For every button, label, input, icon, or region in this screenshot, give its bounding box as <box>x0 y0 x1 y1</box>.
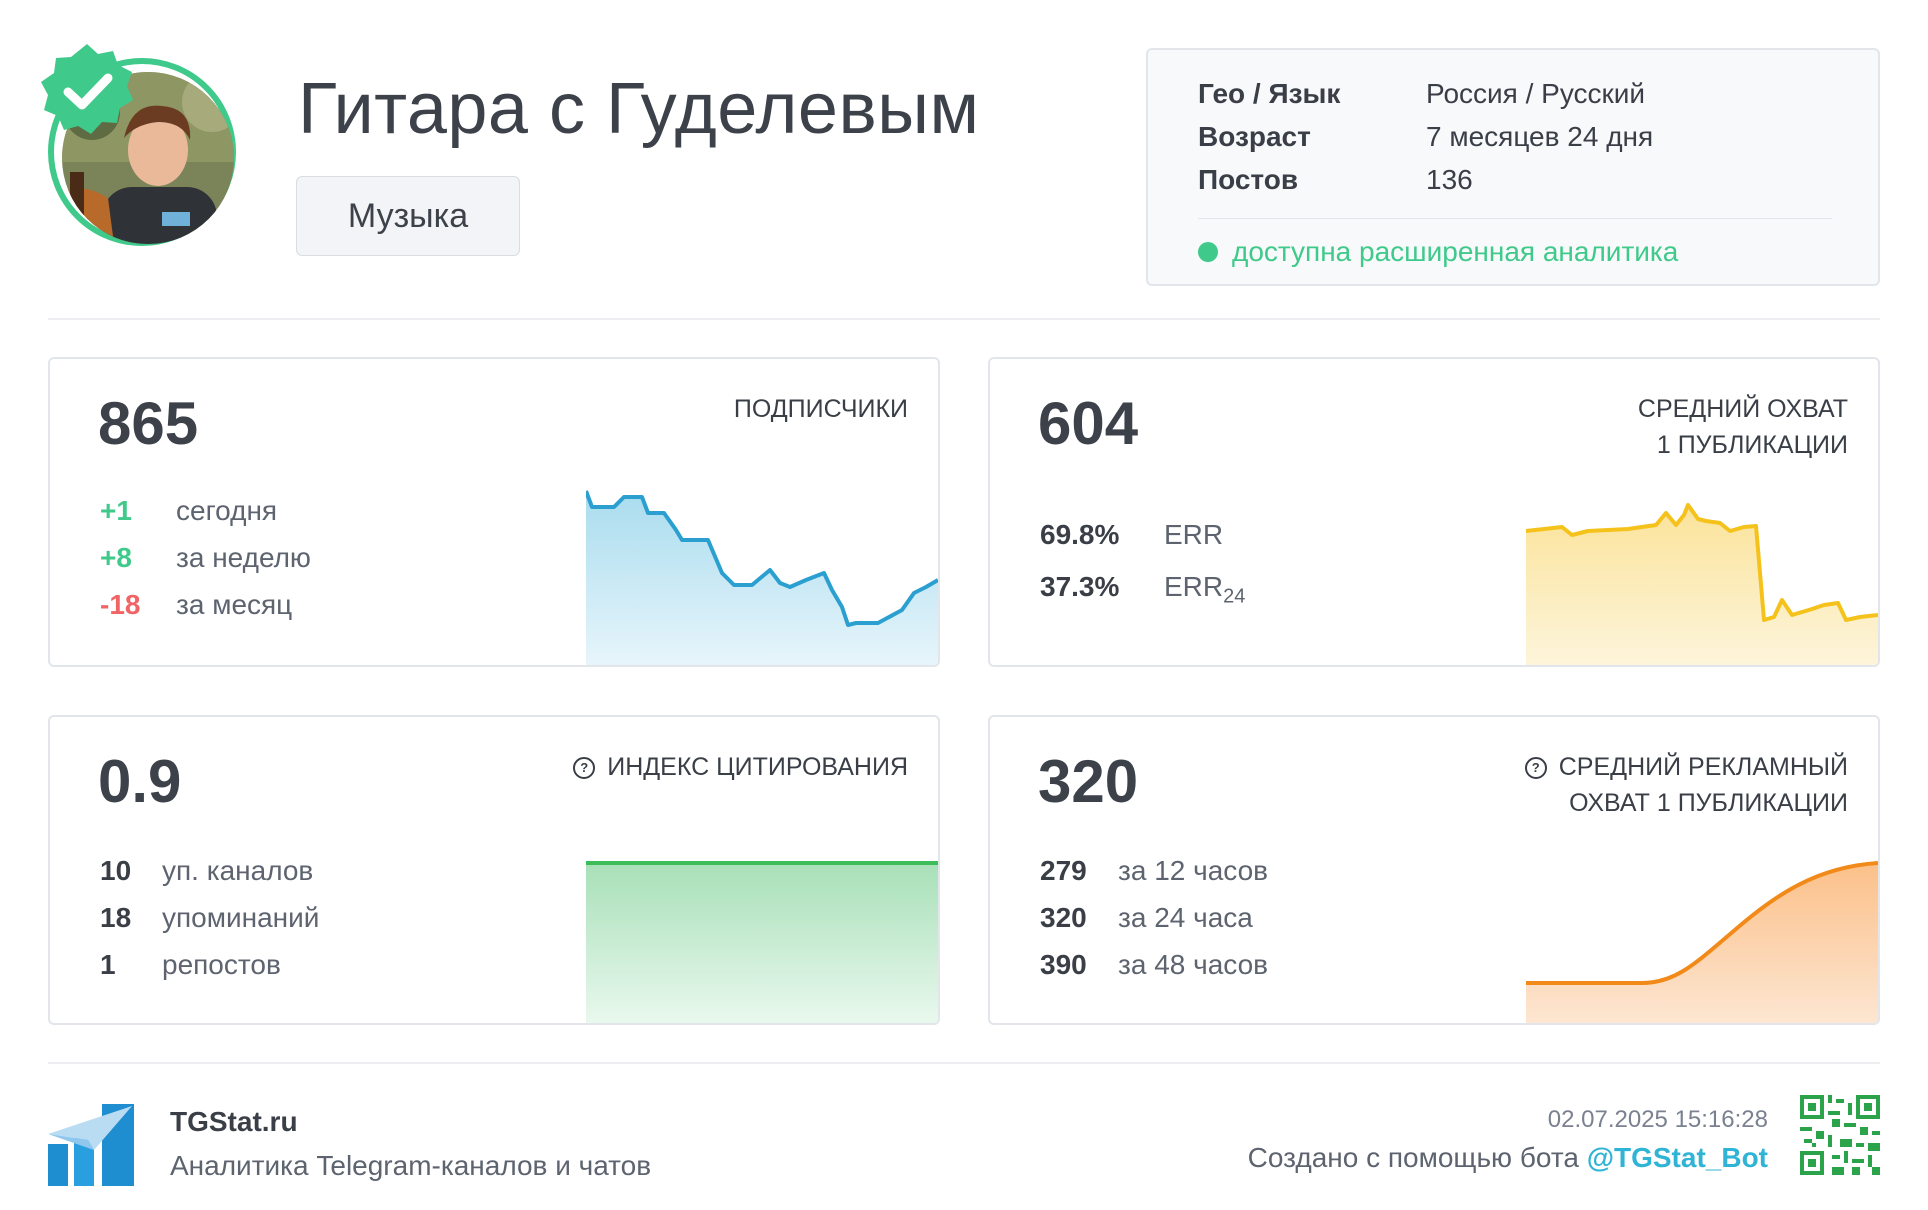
qr-code-icon <box>1800 1095 1880 1175</box>
subscribers-today: +1 сегодня <box>100 495 277 527</box>
citation-sparkline <box>586 861 938 1023</box>
stat-value: 390 <box>1040 949 1087 980</box>
brand-subtitle: Аналитика Telegram-каналов и чатов <box>170 1150 652 1181</box>
stat-label: репостов <box>162 949 281 980</box>
ad-reach-48h: 390 за 48 часов <box>1040 949 1268 981</box>
citation-label-text: ИНДЕКС ЦИТИРОВАНИЯ <box>607 753 908 781</box>
info-row-posts: Постов 136 <box>1198 164 1473 196</box>
stat-label: за неделю <box>176 542 311 573</box>
status-dot-icon <box>1198 242 1218 262</box>
ad-reach-label-line2: ОХВАТ 1 ПУБЛИКАЦИИ <box>1569 789 1848 817</box>
channel-info-card: Гео / Язык Россия / Русский Возраст 7 ме… <box>1146 48 1880 286</box>
stat-label: уп. каналов <box>162 855 314 886</box>
ad-reach-label: ? СРЕДНИЙ РЕКЛАМНЫЙ ОХВАТ 1 ПУБЛИКАЦИИ <box>1524 749 1848 821</box>
info-value: 136 <box>1426 164 1473 195</box>
info-value: 7 месяцев 24 дня <box>1426 121 1654 152</box>
info-key: Гео / Язык <box>1198 78 1341 109</box>
stat-value: +1 <box>100 495 132 526</box>
tgstat-logo-icon[interactable] <box>48 1104 134 1186</box>
reach-card: 604 СРЕДНИЙ ОХВАТ 1 ПУБЛИКАЦИИ 69.8% ERR… <box>988 357 1880 667</box>
info-key: Возраст <box>1198 121 1311 152</box>
stat-label: сегодня <box>176 495 278 526</box>
bot-link[interactable]: @TGStat_Bot <box>1587 1142 1768 1173</box>
ad-reach-24h: 320 за 24 часа <box>1040 902 1253 934</box>
reach-sparkline <box>1526 503 1878 665</box>
citation-mentions: 18 упоминаний <box>100 902 319 934</box>
stat-label: за 24 часа <box>1118 902 1253 933</box>
stat-label: за месяц <box>176 589 293 620</box>
ad-reach-label-text: СРЕДНИЙ РЕКЛАМНЫЙ <box>1558 753 1848 781</box>
citation-card: 0.9 ? ИНДЕКС ЦИТИРОВАНИЯ 10 уп. каналов 1… <box>48 715 940 1025</box>
category-tag[interactable]: Музыка <box>296 176 520 256</box>
ad-reach-label-line1: ? СРЕДНИЙ РЕКЛАМНЫЙ <box>1524 749 1848 785</box>
stat-label: ERR <box>1164 519 1224 550</box>
stat-value: 18 <box>100 902 132 933</box>
info-key: Постов <box>1198 164 1299 195</box>
reach-label: СРЕДНИЙ ОХВАТ 1 ПУБЛИКАЦИИ <box>1638 391 1848 463</box>
reach-count: 604 <box>1038 390 1139 457</box>
subscribers-sparkline <box>586 490 938 665</box>
reach-err: 69.8% ERR <box>1040 519 1223 551</box>
footer-divider <box>48 1062 1880 1064</box>
stat-value: 69.8% <box>1040 519 1120 550</box>
reach-label-line1: СРЕДНИЙ ОХВАТ <box>1637 395 1848 423</box>
report-timestamp: 02.07.2025 15:16:28 <box>1547 1106 1768 1133</box>
citation-label: ? ИНДЕКС ЦИТИРОВАНИЯ <box>573 749 908 785</box>
citation-reposts: 1 репостов <box>100 949 281 981</box>
subscribers-label: ПОДПИСЧИКИ <box>733 395 908 423</box>
stat-value: -18 <box>100 589 141 620</box>
citation-area <box>586 863 938 1023</box>
reach-area <box>1526 505 1878 665</box>
info-row-age: Возраст 7 месяцев 24 дня <box>1198 121 1653 153</box>
help-circle-icon[interactable]: ? <box>573 757 596 779</box>
subscribers-count: 865 <box>98 390 199 457</box>
info-divider <box>1198 218 1832 219</box>
citation-index: 0.9 <box>98 748 182 815</box>
verified-badge-icon <box>38 42 136 140</box>
citation-channels: 10 уп. каналов <box>100 855 313 887</box>
err-text: ERR <box>1164 571 1224 602</box>
reach-err24: 37.3% ERR24 <box>1040 571 1245 609</box>
err-subscript: 24 <box>1223 585 1246 608</box>
created-by: Создано с помощью бота @TGStat_Bot <box>1248 1142 1768 1174</box>
info-row-geo: Гео / Язык Россия / Русский <box>1198 78 1645 110</box>
stat-label: ERR24 <box>1164 571 1245 609</box>
stat-value: 37.3% <box>1040 571 1120 602</box>
stat-value: 279 <box>1040 855 1087 886</box>
stat-value: +8 <box>100 542 132 573</box>
stat-value: 1 <box>100 949 116 980</box>
brand-name[interactable]: TGStat.ru <box>170 1106 298 1138</box>
header-divider <box>48 318 1880 320</box>
ad-reach-12h: 279 за 12 часов <box>1040 855 1268 887</box>
ad-reach-sparkline <box>1526 861 1878 1023</box>
analytics-status: доступна расширенная аналитика <box>1198 236 1678 268</box>
stat-label: за 48 часов <box>1118 949 1269 980</box>
ad-reach-count: 320 <box>1038 748 1139 815</box>
channel-title: Гитара с Гуделевым <box>298 69 980 149</box>
stat-value: 320 <box>1040 902 1087 933</box>
subscribers-week: +8 за неделю <box>100 542 311 574</box>
info-value: Россия / Русский <box>1426 78 1646 109</box>
help-circle-icon[interactable]: ? <box>1524 757 1547 779</box>
ad-reach-card: 320 ? СРЕДНИЙ РЕКЛАМНЫЙ ОХВАТ 1 ПУБЛИКАЦИ… <box>988 715 1880 1025</box>
ad-reach-area <box>1526 863 1878 1023</box>
subscribers-card: 865 ПОДПИСЧИКИ +1 сегодня +8 за неделю -… <box>48 357 940 667</box>
reach-label-line2: 1 ПУБЛИКАЦИИ <box>1656 431 1848 459</box>
subscribers-month: -18 за месяц <box>100 589 292 621</box>
stat-label: упоминаний <box>162 902 320 933</box>
stat-value: 10 <box>100 855 132 886</box>
created-by-text: Создано с помощью бота <box>1247 1142 1587 1173</box>
analytics-status-label: доступна расширенная аналитика <box>1232 236 1679 267</box>
stat-label: за 12 часов <box>1118 855 1269 886</box>
